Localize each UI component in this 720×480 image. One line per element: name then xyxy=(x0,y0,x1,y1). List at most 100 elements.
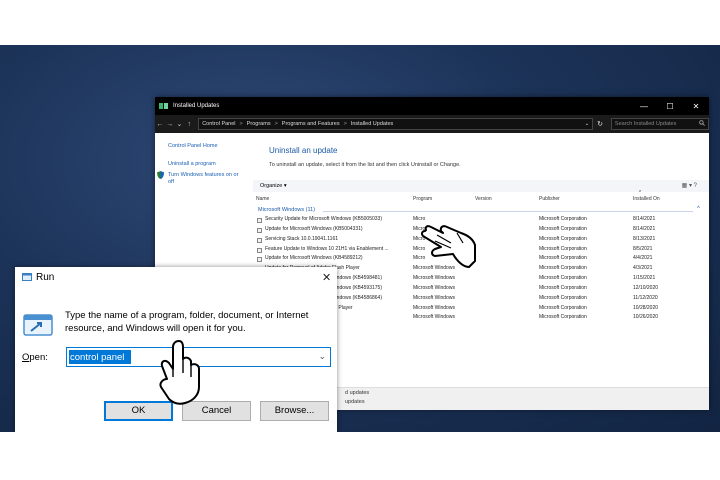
view-options-button[interactable]: ▦ ▾ ? xyxy=(682,182,697,189)
close-button[interactable]: ✕ xyxy=(683,102,709,111)
row-publisher: Microsoft Corporation xyxy=(539,235,587,242)
organize-button[interactable]: Organize ▾ xyxy=(260,183,287,189)
search-icon xyxy=(699,120,705,128)
windows-features-link-cont[interactable]: off xyxy=(168,179,174,185)
breadcrumb[interactable]: Control Panel > Programs > Programs and … xyxy=(198,118,594,130)
row-installed-on: 8/5/2021 xyxy=(633,245,653,252)
row-publisher: Microsoft Corporation xyxy=(539,314,587,321)
row-publisher: Microsoft Corporation xyxy=(539,304,587,311)
sort-arrow-icon: ^ xyxy=(639,190,642,196)
row-name: Update for Microsoft Windows (KB4589212) xyxy=(265,255,363,262)
run-icon xyxy=(22,273,32,281)
row-name: Servicing Stack 10.0.19041.1161 xyxy=(265,235,339,242)
refresh-icon[interactable]: ↻ xyxy=(593,120,607,128)
update-icon xyxy=(257,227,262,233)
update-icon xyxy=(257,237,262,243)
forward-arrow-icon[interactable]: → xyxy=(165,121,175,128)
update-icon xyxy=(257,257,262,263)
status-text: d updates xyxy=(345,390,370,396)
breadcrumb-separator: > xyxy=(239,121,243,127)
column-header-installed-on[interactable]: Installed On xyxy=(633,196,660,202)
row-publisher: Microsoft Corporation xyxy=(539,225,587,232)
row-program: Microsoft Windows xyxy=(413,304,455,311)
run-program-icon xyxy=(23,314,53,336)
group-header[interactable]: Microsoft Windows (11) xyxy=(258,207,315,213)
up-arrow-icon[interactable]: ↑ xyxy=(184,121,194,128)
row-publisher: Microsoft Corporation xyxy=(539,275,587,282)
group-divider xyxy=(323,211,693,212)
address-dropdown-icon[interactable]: ⌄ xyxy=(585,121,590,127)
row-name: Feature Update to Windows 10 21H1 via En… xyxy=(265,245,389,252)
row-installed-on: 12/10/2020 xyxy=(633,284,659,291)
open-label: Open: xyxy=(22,352,48,363)
open-label-text: pen: xyxy=(29,352,48,363)
row-publisher: Microsoft Corporation xyxy=(539,265,587,272)
row-installed-on: 8/14/2021 xyxy=(633,216,656,222)
desktop-background: Installed Updates — ☐ ✕ ← → ⌄ ↑ Control … xyxy=(0,45,720,432)
table-row[interactable]: Security Update for Microsoft Windows (K… xyxy=(253,216,709,226)
update-icon xyxy=(257,247,262,253)
page-title: Uninstall an update xyxy=(269,146,338,155)
breadcrumb-separator: > xyxy=(274,121,278,127)
back-arrow-icon[interactable]: ← xyxy=(155,121,165,128)
row-publisher: Microsoft Corporation xyxy=(539,255,587,262)
table-row[interactable]: Feature Update to Windows 10 21H1 via En… xyxy=(253,246,709,256)
breadcrumb-item[interactable]: Programs xyxy=(247,121,271,127)
dialog-message: Type the name of a program, folder, docu… xyxy=(65,310,309,334)
control-panel-home-link[interactable]: Control Panel Home xyxy=(168,143,218,149)
table-row[interactable]: Servicing Stack 10.0.19041.1161 Micro Micr… xyxy=(253,236,709,246)
window-title: Installed Updates xyxy=(173,103,220,109)
row-installed-on: 8/14/2021 xyxy=(633,225,656,232)
hand-pointer-icon xyxy=(159,340,200,405)
hand-pointer-icon xyxy=(420,225,476,268)
row-name: Update for Microsoft Windows (KB5004331) xyxy=(265,225,363,232)
search-input[interactable]: Search Installed Updates xyxy=(610,118,710,130)
row-program: Microsoft Windows xyxy=(413,294,455,301)
table-row[interactable]: Update for Microsoft Windows (KB4589212)… xyxy=(253,255,709,265)
breadcrumb-item[interactable]: Control Panel xyxy=(202,121,235,127)
update-icon xyxy=(257,218,262,223)
column-header-name[interactable]: Name xyxy=(256,196,269,202)
column-header-publisher[interactable]: Publisher xyxy=(539,196,560,202)
close-button[interactable]: ✕ xyxy=(322,271,331,284)
column-header-version[interactable]: Version xyxy=(475,196,492,202)
search-placeholder: Search Installed Updates xyxy=(614,121,677,127)
run-dialog: Run ✕ Type the name of a program, folder… xyxy=(15,267,337,432)
recent-chevron-icon[interactable]: ⌄ xyxy=(175,120,185,128)
row-publisher: Microsoft Corporation xyxy=(539,284,587,291)
uninstall-program-link[interactable]: Uninstall a program xyxy=(168,161,216,167)
address-bar: ← → ⌄ ↑ Control Panel > Programs > Progr… xyxy=(155,115,710,133)
chevron-down-icon[interactable]: ⌄ xyxy=(318,351,326,362)
row-installed-on: 10/28/2020 xyxy=(633,304,659,311)
breadcrumb-separator: > xyxy=(343,121,347,127)
dialog-title: Run xyxy=(36,272,55,283)
row-installed-on: 10/26/2020 xyxy=(633,314,659,321)
minimize-button[interactable]: — xyxy=(631,102,657,111)
windows-features-link[interactable]: Turn Windows features on or xyxy=(168,172,238,178)
row-installed-on: 11/12/2020 xyxy=(633,294,658,301)
page-description: To uninstall an update, select it from t… xyxy=(269,162,461,168)
breadcrumb-item[interactable]: Installed Updates xyxy=(351,121,394,127)
table-row[interactable]: Update for Microsoft Windows (KB5004331)… xyxy=(253,226,709,236)
control-panel-icon xyxy=(159,102,169,110)
status-subtext: updates xyxy=(345,399,365,405)
maximize-button[interactable]: ☐ xyxy=(657,102,683,111)
row-publisher: Microsoft Corporation xyxy=(539,294,587,301)
row-publisher: Microsoft Corporation xyxy=(539,216,587,222)
column-header-program[interactable]: Program xyxy=(413,196,432,202)
row-publisher: Microsoft Corporation xyxy=(539,245,587,252)
shield-icon xyxy=(157,171,164,179)
row-installed-on: 8/13/2021 xyxy=(633,235,656,242)
row-program: Microsoft Windows xyxy=(413,284,455,291)
open-input[interactable] xyxy=(69,350,131,364)
row-installed-on: 4/4/2021 xyxy=(633,255,653,262)
collapse-chevron-icon[interactable]: ^ xyxy=(697,206,700,212)
browse-button[interactable]: Browse... xyxy=(260,401,329,421)
row-program: Microsoft Windows xyxy=(413,314,455,321)
row-name: Security Update for Microsoft Windows (K… xyxy=(265,216,382,222)
column-headers: Name Program Version Publisher Installed… xyxy=(253,190,709,205)
title-bar: Installed Updates — ☐ ✕ xyxy=(155,97,709,115)
breadcrumb-item[interactable]: Programs and Features xyxy=(282,121,340,127)
row-installed-on: 1/15/2021 xyxy=(633,275,656,282)
row-installed-on: 4/3/2021 xyxy=(633,265,653,272)
